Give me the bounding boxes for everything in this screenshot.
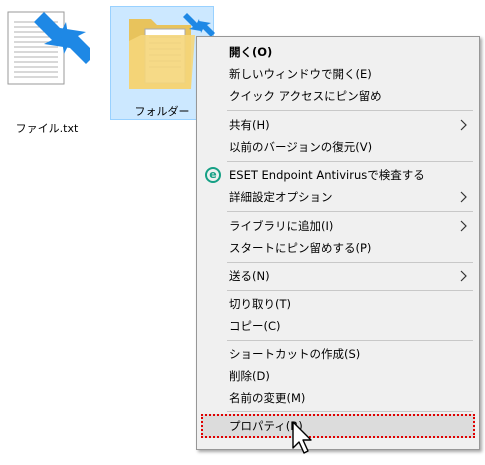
menu-separator — [227, 110, 473, 111]
menu-item-open[interactable]: 開く(O) — [199, 41, 477, 63]
menu-separator — [227, 211, 473, 212]
menu-item-share[interactable]: 共有(H) — [199, 114, 477, 136]
menu-separator — [227, 262, 473, 263]
mouse-cursor-icon — [292, 421, 312, 454]
menu-item-add-library[interactable]: ライブラリに追加(I) — [199, 215, 477, 237]
menu-separator — [227, 290, 473, 291]
menu-item-eset-scan[interactable]: e ESET Endpoint Antivirusで検査する — [199, 164, 477, 186]
menu-item-delete[interactable]: 削除(D) — [199, 365, 477, 387]
menu-separator — [227, 340, 473, 341]
menu-separator — [227, 411, 473, 412]
chevron-right-icon — [460, 191, 467, 203]
file-label: ファイル.txt — [15, 122, 79, 135]
menu-item-properties[interactable]: プロパティ(R) — [199, 415, 477, 437]
menu-item-advanced-options[interactable]: 詳細設定オプション — [199, 186, 477, 208]
menu-item-rename[interactable]: 名前の変更(M) — [199, 387, 477, 409]
menu-item-copy[interactable]: コピー(C) — [199, 315, 477, 337]
menu-separator — [227, 161, 473, 162]
eset-icon: e — [205, 167, 221, 183]
menu-item-advanced-label: 詳細設定オプション — [229, 190, 333, 204]
menu-item-open-new-window[interactable]: 新しいウィンドウで開く(E) — [199, 63, 477, 85]
menu-item-eset-label: ESET Endpoint Antivirusで検査する — [229, 168, 425, 182]
menu-item-send-to[interactable]: 送る(N) — [199, 265, 477, 287]
menu-item-create-shortcut[interactable]: ショートカットの作成(S) — [199, 343, 477, 365]
menu-item-cut[interactable]: 切り取り(T) — [199, 293, 477, 315]
chevron-right-icon — [460, 270, 467, 282]
menu-item-pin-quick-access[interactable]: クイック アクセスにピン留め — [199, 85, 477, 107]
menu-item-restore-previous[interactable]: 以前のバージョンの復元(V) — [199, 136, 477, 158]
menu-item-share-label: 共有(H) — [229, 118, 270, 132]
chevron-right-icon — [460, 119, 467, 131]
chevron-right-icon — [460, 220, 467, 232]
text-file-icon — [7, 11, 90, 85]
menu-item-add-library-label: ライブラリに追加(I) — [229, 219, 334, 233]
context-menu: 開く(O) 新しいウィンドウで開く(E) クイック アクセスにピン留め 共有(H… — [196, 36, 480, 450]
menu-item-send-to-label: 送る(N) — [229, 269, 270, 283]
desktop-file-icon[interactable]: ファイル.txt — [4, 8, 90, 138]
menu-item-pin-start[interactable]: スタートにピン留めする(P) — [199, 237, 477, 259]
